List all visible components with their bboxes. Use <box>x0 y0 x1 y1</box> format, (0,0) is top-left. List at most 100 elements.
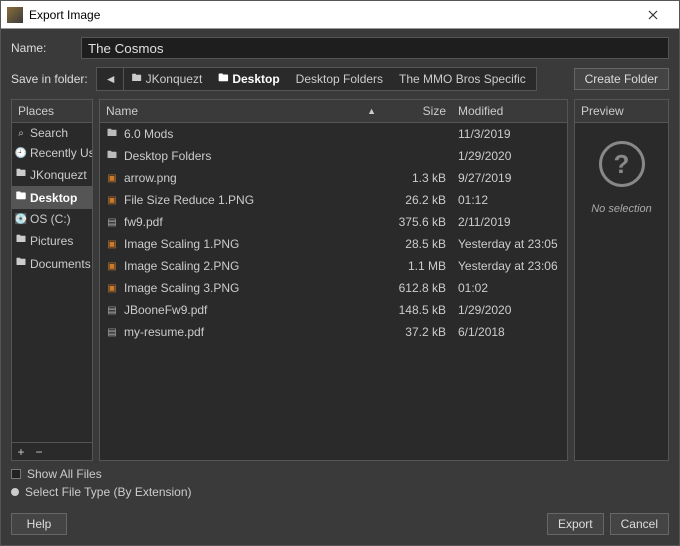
select-file-type-label: Select File Type (By Extension) <box>25 485 192 499</box>
image-icon: ▣ <box>104 191 120 209</box>
close-button[interactable] <box>633 1 673 29</box>
folder-icon: 🖿 <box>104 125 120 143</box>
place-icon: 🕘 <box>16 148 26 159</box>
place-label: Recently Us... <box>30 146 92 160</box>
select-file-type[interactable]: Select File Type (By Extension) <box>11 485 669 499</box>
file-size: 1.1 MB <box>382 257 452 275</box>
help-button[interactable]: Help <box>11 513 67 535</box>
file-row[interactable]: 🖿Desktop Folders1/29/2020 <box>100 145 567 167</box>
name-input[interactable] <box>81 37 669 59</box>
file-name: Image Scaling 1.PNG <box>120 235 382 253</box>
places-add-button[interactable]: + <box>12 443 30 460</box>
places-list: ⌕Search🕘Recently Us...🖿JKonquezt🖿Desktop… <box>12 123 92 442</box>
breadcrumb-label: Desktop <box>232 72 279 86</box>
file-modified: 2/11/2019 <box>452 213 567 231</box>
image-icon: ▣ <box>104 279 120 297</box>
place-item[interactable]: 🕘 Recently Us... <box>12 143 92 163</box>
place-label: Desktop <box>30 191 77 205</box>
column-name-label: Name <box>106 104 138 118</box>
file-name: fw9.pdf <box>120 213 382 231</box>
place-icon: 🖿 <box>16 232 26 249</box>
breadcrumb-item[interactable]: 🖿 Desktop <box>210 68 287 90</box>
file-modified: 6/1/2018 <box>452 323 567 341</box>
save-in-folder-label: Save in folder: <box>11 72 88 86</box>
file-modified: 9/27/2019 <box>452 169 567 187</box>
name-label: Name: <box>11 41 81 55</box>
file-size: 612.8 kB <box>382 279 452 297</box>
titlebar: Export Image <box>1 1 679 29</box>
file-size: 375.6 kB <box>382 213 452 231</box>
file-name: Image Scaling 3.PNG <box>120 279 382 297</box>
place-item[interactable]: 🖿 Pictures <box>12 229 92 252</box>
file-row[interactable]: 🖿6.0 Mods11/3/2019 <box>100 123 567 145</box>
breadcrumb-back[interactable]: ◄ <box>99 68 124 90</box>
window-title: Export Image <box>29 8 633 22</box>
show-all-files-label: Show All Files <box>27 467 102 481</box>
file-name: JBooneFw9.pdf <box>120 301 382 319</box>
place-item[interactable]: 🖿Documents <box>12 252 92 275</box>
button-row: Help Export Cancel <box>1 507 679 545</box>
breadcrumb-label: Desktop Folders <box>296 72 383 86</box>
files-panel: Name ▲ Size Modified 🖿6.0 Mods11/3/2019🖿… <box>99 99 568 461</box>
file-size: 148.5 kB <box>382 301 452 319</box>
file-modified: 01:12 <box>452 191 567 209</box>
checkbox-icon <box>11 469 21 479</box>
preview-panel: Preview ? No selection <box>574 99 669 461</box>
image-icon: ▣ <box>104 235 120 253</box>
folder-icon: 🖿 <box>132 71 142 88</box>
export-button[interactable]: Export <box>547 513 604 535</box>
breadcrumb: ◄ 🖿 JKonquezt 🖿 Desktop Desktop Folders The M… <box>96 67 537 91</box>
file-modified: Yesterday at 23:06 <box>452 257 567 275</box>
place-label: Search <box>30 126 68 140</box>
file-row[interactable]: ▣Image Scaling 3.PNG612.8 kB01:02 <box>100 277 567 299</box>
breadcrumb-label: JKonquezt <box>146 72 203 86</box>
breadcrumb-item[interactable]: The MMO Bros Specific <box>391 68 534 90</box>
file-row[interactable]: ▤JBooneFw9.pdf148.5 kB1/29/2020 <box>100 299 567 321</box>
file-size: 37.2 kB <box>382 323 452 341</box>
place-item[interactable]: 🖿JKonquezt <box>12 163 92 186</box>
file-row[interactable]: ▤my-resume.pdf37.2 kB6/1/2018 <box>100 321 567 343</box>
breadcrumb-item[interactable]: 🖿 JKonquezt <box>124 68 211 90</box>
file-row[interactable]: ▣Image Scaling 1.PNG28.5 kBYesterday at … <box>100 233 567 255</box>
chevron-left-icon: ◄ <box>105 72 117 86</box>
file-row[interactable]: ▤fw9.pdf375.6 kB2/11/2019 <box>100 211 567 233</box>
column-name[interactable]: Name ▲ <box>100 100 382 122</box>
folder-icon: 🖿 <box>218 71 228 88</box>
preview-header: Preview <box>575 100 668 123</box>
file-name: Image Scaling 2.PNG <box>120 257 382 275</box>
file-row[interactable]: ▣Image Scaling 2.PNG1.1 MBYesterday at 2… <box>100 255 567 277</box>
breadcrumb-item[interactable]: Desktop Folders <box>288 68 391 90</box>
place-item[interactable]: 💽OS (C:) <box>12 209 92 229</box>
column-modified[interactable]: Modified <box>452 100 567 122</box>
place-icon: 💽 <box>16 214 26 225</box>
place-item[interactable]: ⌕ Search <box>12 123 92 143</box>
places-remove-button[interactable]: − <box>30 443 48 460</box>
expander-icon <box>11 488 19 496</box>
place-icon: 🖿 <box>16 166 26 183</box>
file-name: File Size Reduce 1.PNG <box>120 191 382 209</box>
file-size <box>382 125 452 143</box>
file-row[interactable]: ▣File Size Reduce 1.PNG26.2 kB01:12 <box>100 189 567 211</box>
file-modified: 01:02 <box>452 279 567 297</box>
pdf-icon: ▤ <box>104 213 120 231</box>
question-icon: ? <box>599 141 645 187</box>
place-icon: ⌕ <box>16 128 26 139</box>
file-size: 1.3 kB <box>382 169 452 187</box>
place-label: Pictures <box>30 234 73 248</box>
column-size[interactable]: Size <box>382 100 452 122</box>
folder-icon: 🖿 <box>104 147 120 165</box>
file-row[interactable]: ▣arrow.png1.3 kB9/27/2019 <box>100 167 567 189</box>
create-folder-button[interactable]: Create Folder <box>574 68 669 90</box>
image-icon: ▣ <box>104 257 120 275</box>
place-item[interactable]: 🖿Desktop <box>12 186 92 209</box>
files-list: 🖿6.0 Mods11/3/2019🖿Desktop Folders1/29/2… <box>100 123 567 460</box>
cancel-button[interactable]: Cancel <box>610 513 669 535</box>
place-icon: 🖿 <box>16 255 26 272</box>
image-icon: ▣ <box>104 169 120 187</box>
name-row: Name: <box>1 29 679 63</box>
places-footer: + − <box>12 442 92 460</box>
places-header: Places <box>12 100 92 123</box>
file-name: 6.0 Mods <box>120 125 382 143</box>
app-icon <box>7 7 23 23</box>
show-all-files[interactable]: Show All Files <box>11 467 669 481</box>
